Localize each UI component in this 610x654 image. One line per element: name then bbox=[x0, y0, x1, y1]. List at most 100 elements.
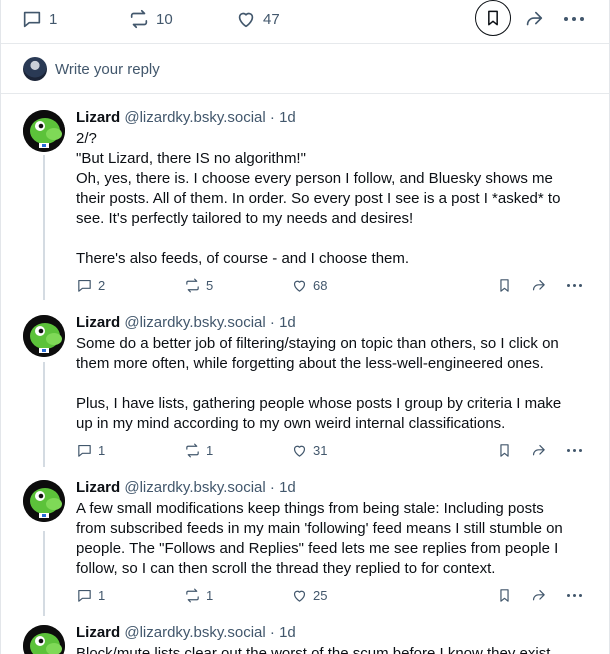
post-line bbox=[76, 374, 597, 394]
reply-icon bbox=[78, 589, 91, 602]
reply-action[interactable]: 1 bbox=[76, 442, 105, 459]
like-action[interactable]: 47 bbox=[235, 7, 280, 31]
share-button[interactable] bbox=[530, 277, 547, 294]
reply-action[interactable]: 1 bbox=[21, 7, 57, 31]
more-icon bbox=[567, 277, 582, 294]
thread-connector bbox=[43, 362, 45, 467]
more-icon bbox=[567, 442, 582, 459]
meta-separator: · bbox=[269, 314, 275, 331]
heart-icon bbox=[293, 280, 306, 292]
author-handle[interactable]: @lizardky.bsky.social bbox=[124, 479, 265, 496]
repost-count: 10 bbox=[156, 10, 173, 28]
share-button[interactable] bbox=[523, 7, 545, 31]
author-name[interactable]: Lizard bbox=[76, 624, 120, 641]
heart-icon bbox=[293, 445, 306, 457]
like-action[interactable]: 31 bbox=[291, 442, 327, 459]
share-icon bbox=[532, 279, 545, 291]
reply-action[interactable]: 2 bbox=[76, 277, 105, 294]
more-options-button[interactable] bbox=[564, 7, 584, 31]
reply-composer[interactable]: Write your reply bbox=[1, 45, 609, 94]
bookmark-icon bbox=[500, 279, 509, 292]
repost-icon bbox=[186, 278, 199, 293]
thread-view: 1 10 47 Write your reply Lizard @lizardk… bbox=[0, 0, 610, 654]
post-body: A few small modifications keep things fr… bbox=[76, 499, 597, 579]
repost-action[interactable]: 1 bbox=[184, 587, 213, 604]
author-avatar[interactable] bbox=[23, 110, 65, 152]
meta-separator: · bbox=[269, 479, 275, 496]
post-time[interactable]: 1d bbox=[279, 314, 296, 331]
reply-count: 1 bbox=[98, 588, 106, 603]
heart-icon bbox=[238, 12, 254, 28]
heart-icon bbox=[293, 590, 306, 602]
post-line: 2/? bbox=[76, 130, 97, 147]
post-line: Some do a better job of filtering/stayin… bbox=[76, 335, 559, 352]
repost-action[interactable]: 1 bbox=[184, 442, 213, 459]
post-time[interactable]: 1d bbox=[279, 109, 296, 126]
more-options-button[interactable] bbox=[567, 587, 582, 604]
meta-separator: · bbox=[269, 624, 275, 641]
repost-icon bbox=[130, 9, 148, 29]
like-action[interactable]: 25 bbox=[291, 587, 327, 604]
repost-icon bbox=[186, 443, 199, 458]
author-handle[interactable]: @lizardky.bsky.social bbox=[124, 624, 265, 641]
share-button[interactable] bbox=[530, 442, 547, 459]
reply-count: 1 bbox=[98, 443, 106, 458]
bookmark-button[interactable] bbox=[496, 442, 513, 459]
like-count: 47 bbox=[263, 10, 280, 28]
author-avatar[interactable] bbox=[23, 315, 65, 357]
post-line: follow, so I can then scroll the thread … bbox=[76, 560, 496, 577]
post-time[interactable]: 1d bbox=[279, 624, 296, 641]
post-header: Lizard @lizardky.bsky.social · 1d bbox=[76, 623, 597, 643]
more-icon bbox=[567, 587, 582, 604]
post-body: 2/? "But Lizard, there IS no algorithm!"… bbox=[76, 129, 597, 269]
reply-icon bbox=[78, 444, 91, 457]
bookmark-button[interactable] bbox=[496, 277, 513, 294]
author-name[interactable]: Lizard bbox=[76, 479, 120, 496]
bookmark-icon bbox=[500, 589, 509, 602]
reply-icon bbox=[23, 11, 41, 28]
post-header: Lizard @lizardky.bsky.social · 1d bbox=[76, 108, 597, 128]
post-line: up in my mind according to my own weird … bbox=[76, 415, 506, 432]
meta-separator: · bbox=[269, 109, 275, 126]
post-line: A few small modifications keep things fr… bbox=[76, 500, 544, 517]
reply-icon bbox=[78, 279, 91, 292]
reply-action[interactable]: 1 bbox=[76, 587, 105, 604]
post-line: Oh, yes, there is. I choose every person… bbox=[76, 170, 553, 187]
more-options-button[interactable] bbox=[567, 442, 582, 459]
share-icon bbox=[532, 589, 545, 601]
post-line: see. It's perfectly tailored to my needs… bbox=[76, 210, 414, 227]
share-icon bbox=[532, 444, 545, 456]
like-count: 31 bbox=[313, 443, 328, 458]
lizard-avatar-icon bbox=[23, 480, 65, 522]
author-name[interactable]: Lizard bbox=[76, 109, 120, 126]
user-avatar bbox=[23, 57, 47, 81]
reply-count: 1 bbox=[49, 10, 58, 28]
like-count: 25 bbox=[313, 588, 328, 603]
lizard-avatar-icon bbox=[23, 315, 65, 357]
author-name[interactable]: Lizard bbox=[76, 314, 120, 331]
post-time[interactable]: 1d bbox=[279, 479, 296, 496]
like-action[interactable]: 68 bbox=[291, 277, 327, 294]
repost-count: 5 bbox=[206, 278, 214, 293]
post-line: their posts. All of them. In order. So e… bbox=[76, 190, 561, 207]
thread-connector bbox=[43, 531, 45, 616]
more-options-button[interactable] bbox=[567, 277, 582, 294]
author-avatar[interactable] bbox=[23, 625, 65, 654]
repost-count: 1 bbox=[206, 443, 214, 458]
post-line: them more often, while forgetting about … bbox=[76, 355, 544, 372]
bookmark-button[interactable] bbox=[475, 0, 511, 36]
bookmark-icon bbox=[500, 444, 509, 457]
post-body: Some do a better job of filtering/stayin… bbox=[76, 334, 597, 434]
author-handle[interactable]: @lizardky.bsky.social bbox=[124, 314, 265, 331]
author-handle[interactable]: @lizardky.bsky.social bbox=[124, 109, 265, 126]
post-actions: 1 1 25 bbox=[76, 587, 597, 607]
repost-action[interactable]: 5 bbox=[184, 277, 213, 294]
share-button[interactable] bbox=[530, 587, 547, 604]
repost-action[interactable]: 10 bbox=[128, 7, 173, 31]
bookmark-button[interactable] bbox=[496, 587, 513, 604]
post-line bbox=[76, 229, 597, 249]
lizard-avatar-icon bbox=[23, 110, 65, 152]
author-avatar[interactable] bbox=[23, 480, 65, 522]
post-actions: 1 1 31 bbox=[76, 442, 597, 462]
focused-post-actions: 1 10 47 bbox=[1, 0, 609, 44]
